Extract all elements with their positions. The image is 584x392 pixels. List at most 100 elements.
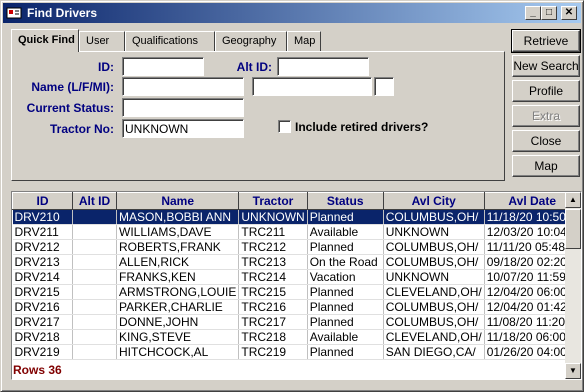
table-cell: ALLEN,RICK — [116, 254, 240, 270]
table-cell: CLEVELAND,OH/ — [383, 329, 485, 345]
vertical-scrollbar[interactable]: ▲ ▼ — [565, 192, 581, 379]
retrieve-button[interactable]: Retrieve — [511, 29, 581, 53]
table-row[interactable]: DRV219 HITCHCOCK,AL TRC219 Planned SAN DIEGO… — [12, 344, 581, 360]
grid-body: DRV210 MASON,BOBBI ANN UNKNOWN Planned COLUM… — [12, 209, 581, 360]
table-cell — [72, 254, 117, 270]
table-cell — [72, 239, 117, 255]
table-cell: TRC215 — [238, 284, 308, 300]
id-field[interactable] — [122, 57, 204, 76]
table-cell: UNKNOWN — [238, 209, 308, 225]
scroll-up-icon[interactable]: ▲ — [565, 192, 581, 208]
table-row[interactable]: DRV213 ALLEN,RICK TRC213 On the Road COLUMBU… — [12, 254, 581, 270]
new-search-button[interactable]: New Search — [512, 55, 580, 77]
column-header-tractor[interactable]: Tractor — [238, 192, 308, 210]
table-cell: Planned — [307, 239, 384, 255]
column-header-avl-city[interactable]: Avl City — [382, 192, 485, 210]
table-cell: TRC219 — [238, 344, 308, 360]
table-cell — [72, 284, 117, 300]
rows-count: Rows 36 — [13, 363, 62, 377]
close-button[interactable]: Close — [512, 130, 580, 152]
table-cell: TRC212 — [238, 239, 308, 255]
tab-geography[interactable]: Geography — [215, 31, 287, 51]
table-cell — [72, 299, 117, 315]
scroll-thumb[interactable] — [565, 209, 581, 249]
table-row[interactable]: DRV216 PARKER,CHARLIE TRC216 Planned COLUMBU… — [12, 299, 581, 315]
window-title: Find Drivers — [27, 6, 98, 20]
table-cell: On the Road — [307, 254, 384, 270]
include-retired-checkbox[interactable] — [278, 120, 291, 133]
tractor-no-label: Tractor No: — [49, 122, 114, 136]
column-header-name[interactable]: Name — [115, 192, 240, 210]
table-cell: Available — [307, 224, 384, 240]
quick-find-panel: ID: Alt ID: Name (L/F/MI): Current Statu… — [11, 51, 505, 181]
drivers-grid[interactable]: ID Alt ID Name Tractor Status Avl City Avl Dat… — [11, 191, 582, 380]
last-name-field[interactable] — [122, 77, 244, 96]
table-cell — [72, 224, 117, 240]
table-cell: DRV219 — [12, 344, 73, 360]
current-status-field[interactable] — [122, 98, 244, 117]
column-header-alt-id[interactable]: Alt ID — [72, 192, 117, 210]
find-drivers-window: Find Drivers _ □ ✕ Quick Find User Quali… — [0, 0, 584, 392]
table-cell: HITCHCOCK,AL — [116, 344, 240, 360]
app-icon — [6, 7, 22, 19]
table-cell: MASON,BOBBI ANN — [116, 209, 240, 225]
table-row[interactable]: DRV211 WILLIAMS,DAVE TRC211 Available UNKNOW… — [12, 224, 581, 240]
table-cell: TRC211 — [238, 224, 308, 240]
current-status-label: Current Status: — [26, 101, 114, 115]
tab-qualifications[interactable]: Qualifications — [125, 31, 215, 51]
scroll-down-icon[interactable]: ▼ — [565, 363, 581, 379]
minimize-button[interactable]: _ — [525, 6, 541, 20]
alt-id-field[interactable] — [277, 57, 369, 76]
table-row[interactable]: DRV218 KING,STEVE TRC218 Available CLEVELAND… — [12, 329, 581, 345]
table-cell: DRV216 — [12, 299, 73, 315]
first-name-field[interactable] — [252, 77, 372, 96]
table-cell: TRC218 — [238, 329, 308, 345]
table-cell: COLUMBUS,OH/ — [383, 299, 485, 315]
table-cell: KING,STEVE — [116, 329, 240, 345]
maximize-button[interactable]: □ — [541, 6, 557, 20]
tab-quick-find[interactable]: Quick Find — [11, 29, 79, 52]
table-cell: ARMSTRONG,LOUIE — [116, 284, 240, 300]
table-cell: COLUMBUS,OH/ — [383, 209, 485, 225]
table-cell: UNKNOWN — [383, 224, 485, 240]
title-bar[interactable]: Find Drivers _ □ ✕ — [3, 3, 581, 23]
column-header-id[interactable]: ID — [12, 192, 73, 210]
include-retired-label: Include retired drivers? — [295, 120, 429, 134]
tractor-no-field[interactable]: UNKNOWN — [122, 119, 244, 138]
table-cell: DRV218 — [12, 329, 73, 345]
table-cell: TRC216 — [238, 299, 308, 315]
extra-button: Extra — [512, 105, 580, 127]
table-cell: DRV210 — [12, 209, 73, 225]
table-cell: CLEVELAND,OH/ — [383, 284, 485, 300]
table-row[interactable]: DRV217 DONNE,JOHN TRC217 Planned COLUMBUS,OH… — [12, 314, 581, 330]
table-cell: WILLIAMS,DAVE — [116, 224, 240, 240]
table-cell — [72, 269, 117, 285]
table-cell: Vacation — [307, 269, 384, 285]
table-cell: DONNE,JOHN — [116, 314, 240, 330]
table-cell: TRC214 — [238, 269, 308, 285]
close-window-button[interactable]: ✕ — [561, 6, 577, 20]
table-cell: UNKNOWN — [383, 269, 485, 285]
table-row[interactable]: DRV215 ARMSTRONG,LOUIE TRC215 Planned CLEVEL… — [12, 284, 581, 300]
table-cell: Planned — [307, 314, 384, 330]
table-cell: Planned — [307, 299, 384, 315]
table-cell — [72, 329, 117, 345]
table-cell: DRV217 — [12, 314, 73, 330]
table-cell: DRV215 — [12, 284, 73, 300]
profile-button[interactable]: Profile — [512, 80, 580, 102]
table-cell: Planned — [307, 209, 384, 225]
table-row[interactable]: DRV214 FRANKS,KEN TRC214 Vacation UNKNOWN 10/… — [12, 269, 581, 285]
table-cell: Planned — [307, 344, 384, 360]
map-button[interactable]: Map — [512, 155, 580, 177]
tab-map[interactable]: Map — [287, 31, 321, 51]
table-cell: TRC217 — [238, 314, 308, 330]
column-header-status[interactable]: Status — [306, 192, 384, 210]
middle-initial-field[interactable] — [374, 77, 394, 96]
table-cell: SAN DIEGO,CA/ — [383, 344, 485, 360]
table-cell: ROBERTS,FRANK — [116, 239, 240, 255]
tab-user[interactable]: User — [79, 31, 125, 51]
drivers-table: ID Alt ID Name Tractor Status Avl City Avl Dat… — [12, 192, 581, 360]
table-row[interactable]: DRV212 ROBERTS,FRANK TRC212 Planned COLUMBUS… — [12, 239, 581, 255]
alt-id-label: Alt ID: — [236, 60, 272, 74]
table-row[interactable]: DRV210 MASON,BOBBI ANN UNKNOWN Planned COLUM… — [12, 209, 581, 225]
